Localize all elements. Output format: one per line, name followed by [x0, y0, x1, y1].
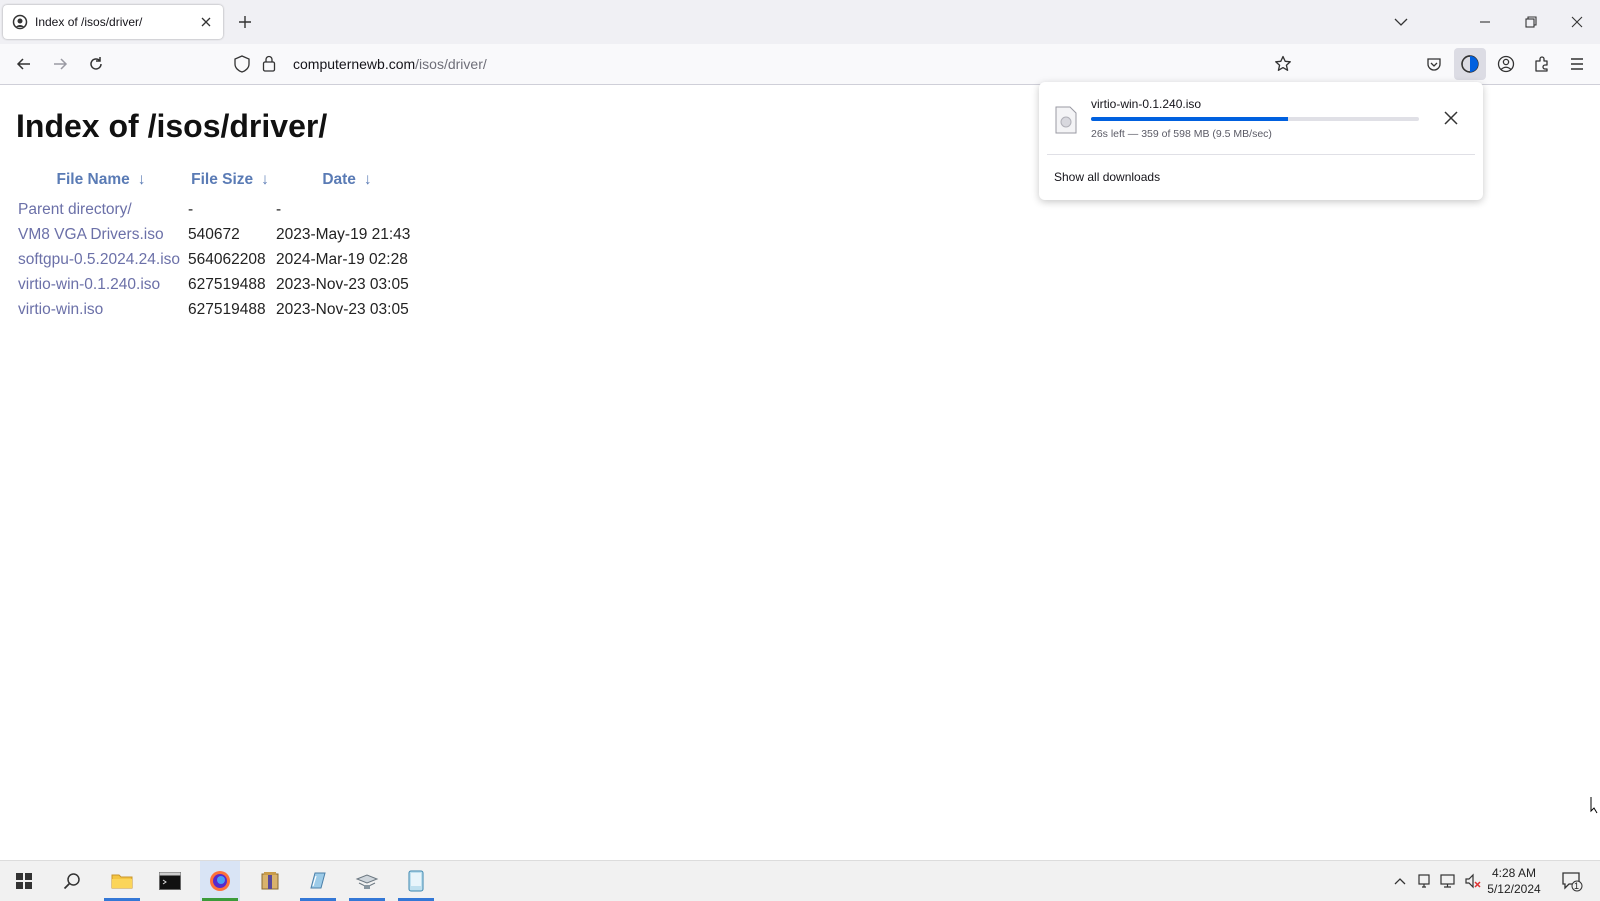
file-size: 564062208: [188, 250, 266, 268]
downloads-button[interactable]: [1454, 48, 1486, 80]
download-progress-bar: [1091, 117, 1419, 121]
column-header-label: File Name: [56, 171, 130, 188]
cancel-download-icon[interactable]: [1439, 106, 1463, 130]
hamburger-menu-icon[interactable]: [1561, 48, 1593, 80]
url-domain: computernewb.com: [293, 56, 416, 72]
file-date: 2023-Nov-23 03:05: [276, 300, 409, 318]
url-bar[interactable]: computernewb.com/isos/driver/: [232, 48, 1302, 80]
network-icon[interactable]: [1438, 861, 1460, 901]
close-window-button[interactable]: [1554, 0, 1600, 44]
table-row: VM8 VGA Drivers.iso 540672 2023-May-19 2…: [16, 222, 420, 247]
list-all-tabs-icon[interactable]: [1378, 0, 1424, 44]
page-content: Index of /isos/driver/ File Name ↓ File S…: [0, 85, 1600, 860]
bookmark-star-icon[interactable]: [1274, 55, 1292, 78]
device-app-icon[interactable]: [396, 861, 436, 901]
file-date: 2023-May-19 21:43: [276, 225, 411, 243]
file-size: 627519488: [188, 300, 266, 318]
downloads-divider: [1047, 154, 1475, 155]
tray-app-icon[interactable]: [1414, 861, 1434, 901]
table-row: softgpu-0.5.2024.24.iso 564062208 2024-M…: [16, 247, 420, 272]
new-tab-button[interactable]: [233, 10, 257, 34]
navigation-toolbar: computernewb.com/isos/driver/: [0, 44, 1600, 85]
column-header-date[interactable]: Date ↓: [274, 169, 420, 197]
file-size: 627519488: [188, 275, 266, 293]
account-icon[interactable]: [1490, 48, 1522, 80]
url-path: /isos/driver/: [415, 56, 487, 72]
disk-tool-icon[interactable]: [298, 861, 338, 901]
tab-close-icon[interactable]: [194, 10, 218, 34]
table-row: virtio-win.iso 627519488 2023-Nov-23 03:…: [16, 297, 420, 322]
file-link[interactable]: VM8 VGA Drivers.iso: [16, 222, 186, 247]
file-link[interactable]: virtio-win.iso: [16, 297, 186, 322]
clock-date: 5/12/2024: [1487, 882, 1541, 896]
notification-count-badge: 1: [1574, 881, 1580, 891]
notifications-button[interactable]: 1: [1556, 861, 1588, 901]
network-app-icon[interactable]: [347, 861, 387, 901]
file-link[interactable]: softgpu-0.5.2024.24.iso: [16, 247, 186, 272]
taskbar: 4:28 AM 5/12/2024 1: [0, 860, 1600, 901]
file-explorer-icon[interactable]: [102, 861, 142, 901]
reload-button[interactable]: [80, 48, 112, 80]
pocket-icon[interactable]: [1418, 48, 1450, 80]
file-link[interactable]: virtio-win-0.1.240.iso: [16, 272, 186, 297]
site-favicon-icon: [12, 14, 28, 30]
clock-time: 4:28 AM: [1491, 866, 1537, 880]
back-button[interactable]: [8, 48, 40, 80]
file-icon: [1055, 106, 1077, 134]
forward-button[interactable]: [44, 48, 76, 80]
extensions-puzzle-icon[interactable]: [1526, 48, 1558, 80]
minimize-button[interactable]: [1462, 0, 1508, 44]
tab-strip: Index of /isos/driver/: [0, 0, 1600, 44]
table-row: Parent directory/ - -: [16, 197, 420, 222]
download-file-name: virtio-win-0.1.240.iso: [1091, 97, 1202, 111]
search-icon[interactable]: [52, 861, 92, 901]
mouse-cursor-icon: [1590, 796, 1598, 819]
file-size: -: [188, 200, 194, 218]
url-text[interactable]: computernewb.com/isos/driver/: [293, 56, 487, 72]
command-prompt-icon[interactable]: [150, 861, 190, 901]
system-clock[interactable]: 4:28 AM 5/12/2024: [1474, 865, 1554, 897]
tab-title: Index of /isos/driver/: [35, 15, 143, 29]
file-link[interactable]: Parent directory/: [16, 197, 186, 222]
file-date: -: [276, 200, 282, 218]
sort-arrow-icon: ↓: [261, 171, 269, 188]
download-status: 26s left — 359 of 598 MB (9.5 MB/sec): [1091, 128, 1272, 140]
sort-arrow-icon: ↓: [363, 171, 372, 188]
file-size: 540672: [188, 225, 240, 243]
column-header-file-name[interactable]: File Name ↓: [16, 169, 186, 197]
table-row: virtio-win-0.1.240.iso 627519488 2023-No…: [16, 272, 420, 297]
file-date: 2023-Nov-23 03:05: [276, 275, 409, 293]
restore-button[interactable]: [1508, 0, 1554, 44]
tab-index-isos-driver[interactable]: Index of /isos/driver/: [3, 5, 223, 39]
start-button[interactable]: [4, 861, 44, 901]
firefox-icon[interactable]: [200, 861, 240, 901]
tracking-protection-shield-icon[interactable]: [234, 55, 250, 78]
download-progress-fill: [1091, 117, 1288, 121]
file-date: 2024-Mar-19 02:28: [276, 250, 408, 268]
show-all-downloads-button[interactable]: Show all downloads: [1054, 170, 1160, 184]
show-hidden-icons-chevron-icon[interactable]: [1390, 861, 1410, 901]
page-title: Index of /isos/driver/: [16, 108, 328, 144]
lock-icon[interactable]: [262, 55, 276, 77]
downloads-panel: virtio-win-0.1.240.iso 26s left — 359 of…: [1039, 82, 1483, 200]
sort-arrow-icon: ↓: [137, 171, 146, 188]
archive-app-icon[interactable]: [250, 861, 290, 901]
table-header-row: File Name ↓ File Size ↓ Date ↓: [16, 169, 420, 197]
file-listing-table: File Name ↓ File Size ↓ Date ↓ Parent direc…: [16, 169, 420, 322]
column-header-label: File Size: [191, 171, 254, 188]
column-header-label: Date: [322, 171, 356, 188]
column-header-file-size[interactable]: File Size ↓: [186, 169, 274, 197]
